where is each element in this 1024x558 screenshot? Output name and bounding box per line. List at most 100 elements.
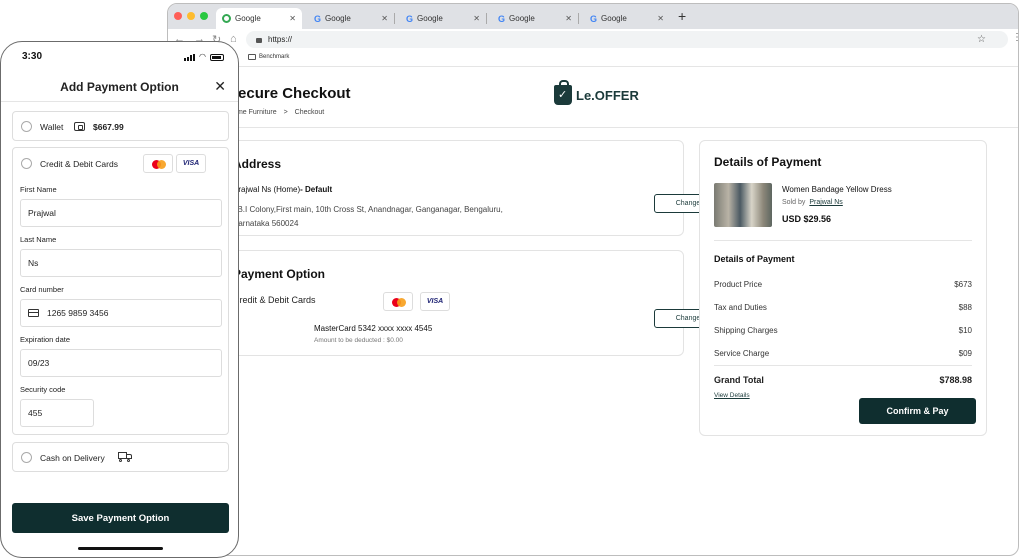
- address-line-2: Karnataka 560024: [233, 219, 299, 228]
- bookmark-label: Benchmark: [259, 54, 290, 60]
- tab-label: Google: [235, 14, 261, 23]
- row-label: Service Charge: [714, 349, 770, 358]
- divider: [714, 240, 972, 241]
- url-text: https://: [268, 35, 293, 44]
- card-number-value: 1265 9859 3456: [47, 308, 109, 318]
- shopping-bag-icon: [554, 80, 572, 105]
- credit-card-icon: [28, 309, 39, 317]
- browser-window: Google ✕ G Google ✕ G Google ✕ G Google …: [167, 3, 1019, 556]
- address-lines: #B.I Colony,First main, 10th Cross St, A…: [233, 203, 553, 231]
- save-payment-button[interactable]: Save Payment Option: [12, 503, 229, 533]
- address-heading: Address: [233, 157, 282, 171]
- details-subtitle: Details of Payment: [714, 254, 795, 264]
- tab-close-icon[interactable]: ✕: [565, 14, 572, 23]
- tab-close-icon[interactable]: ✕: [289, 14, 296, 23]
- maximize-window-icon[interactable]: [200, 12, 208, 20]
- card-number-field[interactable]: 1265 9859 3456: [20, 299, 222, 327]
- row-value: $88: [958, 303, 972, 312]
- row-value: $10: [958, 326, 972, 335]
- signal-icon: [184, 54, 196, 61]
- status-icons: ◠: [184, 53, 224, 61]
- first-name-label: First Name: [20, 185, 57, 194]
- row-value: $09: [958, 349, 972, 358]
- bookmarks-bar: Benchmark: [168, 51, 1018, 66]
- minimize-window-icon[interactable]: [187, 12, 195, 20]
- visa-icon: VISA: [420, 292, 450, 311]
- card-radio[interactable]: [21, 158, 32, 169]
- saved-card-label: MasterCard 5342 xxxx xxxx 4545: [314, 324, 433, 333]
- view-details-link[interactable]: View Details: [714, 392, 750, 399]
- browser-tab[interactable]: G Google ✕: [400, 8, 487, 29]
- bookmark-item[interactable]: Benchmark: [248, 54, 289, 60]
- checkout-header: Secure Checkout Home Furniture > Checkou…: [168, 66, 1018, 128]
- product-image: [714, 183, 772, 227]
- breadcrumb-current: Checkout: [294, 109, 325, 116]
- sold-by-label: Sold by: [782, 199, 806, 206]
- page-title: Secure Checkout: [228, 85, 351, 102]
- seller-link[interactable]: Prajwal Ns: [809, 199, 842, 206]
- bookmark-star-icon[interactable]: ☆: [977, 34, 986, 45]
- grand-total-label: Grand Total: [714, 375, 764, 385]
- payment-method-label: Credit & Debit Cards: [233, 295, 316, 305]
- security-code-value: 455: [28, 408, 43, 418]
- payment-heading: Payment Option: [233, 267, 326, 281]
- expiry-field[interactable]: 09/23: [20, 349, 222, 377]
- product-price: USD $29.56: [782, 214, 832, 224]
- tab-label: Google: [601, 14, 627, 23]
- browser-tab[interactable]: Google ✕: [216, 8, 302, 29]
- status-time: 3:30: [22, 51, 43, 62]
- payment-option-card: Payment Option Credit & Debit Cards VISA…: [215, 250, 722, 356]
- browser-tab[interactable]: G Google ✕: [308, 8, 395, 29]
- wallet-radio[interactable]: [21, 121, 32, 132]
- confirm-pay-button[interactable]: Confirm & Pay: [859, 398, 976, 424]
- address-card: Address Prajwal Ns (Home)- Default #B.I …: [220, 140, 722, 236]
- mastercard-icon: [143, 154, 173, 173]
- last-name-value: Ns: [28, 258, 39, 268]
- cod-option[interactable]: Cash on Delivery: [12, 442, 229, 472]
- row-label: Tax and Duties: [714, 303, 767, 312]
- google-icon: G: [590, 13, 598, 24]
- tab-label: Google: [325, 14, 351, 23]
- details-title: Details of Payment: [714, 155, 822, 169]
- tab-close-icon[interactable]: ✕: [657, 14, 664, 23]
- card-option-label: Credit & Debit Cards: [40, 159, 118, 169]
- card-number-label: Card number: [20, 285, 64, 294]
- row-label: Shipping Charges: [714, 326, 778, 335]
- mastercard-icon: [383, 292, 413, 311]
- address-line-1: #B.I Colony,First main, 10th Cross St, A…: [233, 205, 503, 214]
- folder-icon: [248, 54, 256, 60]
- divider: [714, 365, 972, 366]
- close-icon[interactable]: ✕: [214, 78, 226, 95]
- browser-toolbar: ← → ↻ ⌂ https:// ☆ ⋮: [168, 29, 1018, 51]
- deduct-note: Amount to be deducted : $0.00: [314, 337, 403, 344]
- home-icon[interactable]: ⌂: [230, 33, 237, 45]
- security-code-field[interactable]: 455: [20, 399, 94, 427]
- browser-tab[interactable]: G Google ✕: [492, 8, 579, 29]
- brand-logo[interactable]: Le.OFFER: [554, 80, 639, 105]
- menu-icon[interactable]: ⋮: [1012, 32, 1018, 43]
- tab-close-icon[interactable]: ✕: [381, 14, 388, 23]
- wallet-option[interactable]: Wallet $667.99: [12, 111, 229, 141]
- product-name: Women Bandage Yellow Dress: [782, 185, 892, 194]
- address-bar[interactable]: https:// ☆ ⋮: [246, 31, 1018, 48]
- expiry-value: 09/23: [28, 358, 50, 368]
- close-window-icon[interactable]: [174, 12, 182, 20]
- price-row: Shipping Charges $10: [714, 326, 972, 335]
- security-code-label: Security code: [20, 385, 66, 394]
- first-name-field[interactable]: Prajwal: [20, 199, 222, 227]
- grand-total-value: $788.98: [939, 375, 972, 385]
- tab-close-icon[interactable]: ✕: [473, 14, 480, 23]
- new-tab-button[interactable]: +: [678, 8, 686, 24]
- address-recipient: Prajwal Ns (Home): [233, 185, 301, 194]
- sold-by: Sold by Prajwal Ns: [782, 199, 843, 206]
- google-icon: G: [314, 13, 322, 24]
- home-indicator: [78, 547, 163, 550]
- row-value: $673: [954, 280, 972, 289]
- price-row: Product Price $673: [714, 280, 972, 289]
- last-name-field[interactable]: Ns: [20, 249, 222, 277]
- browser-tab[interactable]: G Google ✕: [584, 8, 670, 29]
- card-option: Credit & Debit Cards VISA First Name Pra…: [12, 147, 229, 435]
- breadcrumb-separator: >: [283, 109, 288, 116]
- cod-radio[interactable]: [21, 452, 32, 463]
- wallet-label: Wallet: [40, 122, 64, 132]
